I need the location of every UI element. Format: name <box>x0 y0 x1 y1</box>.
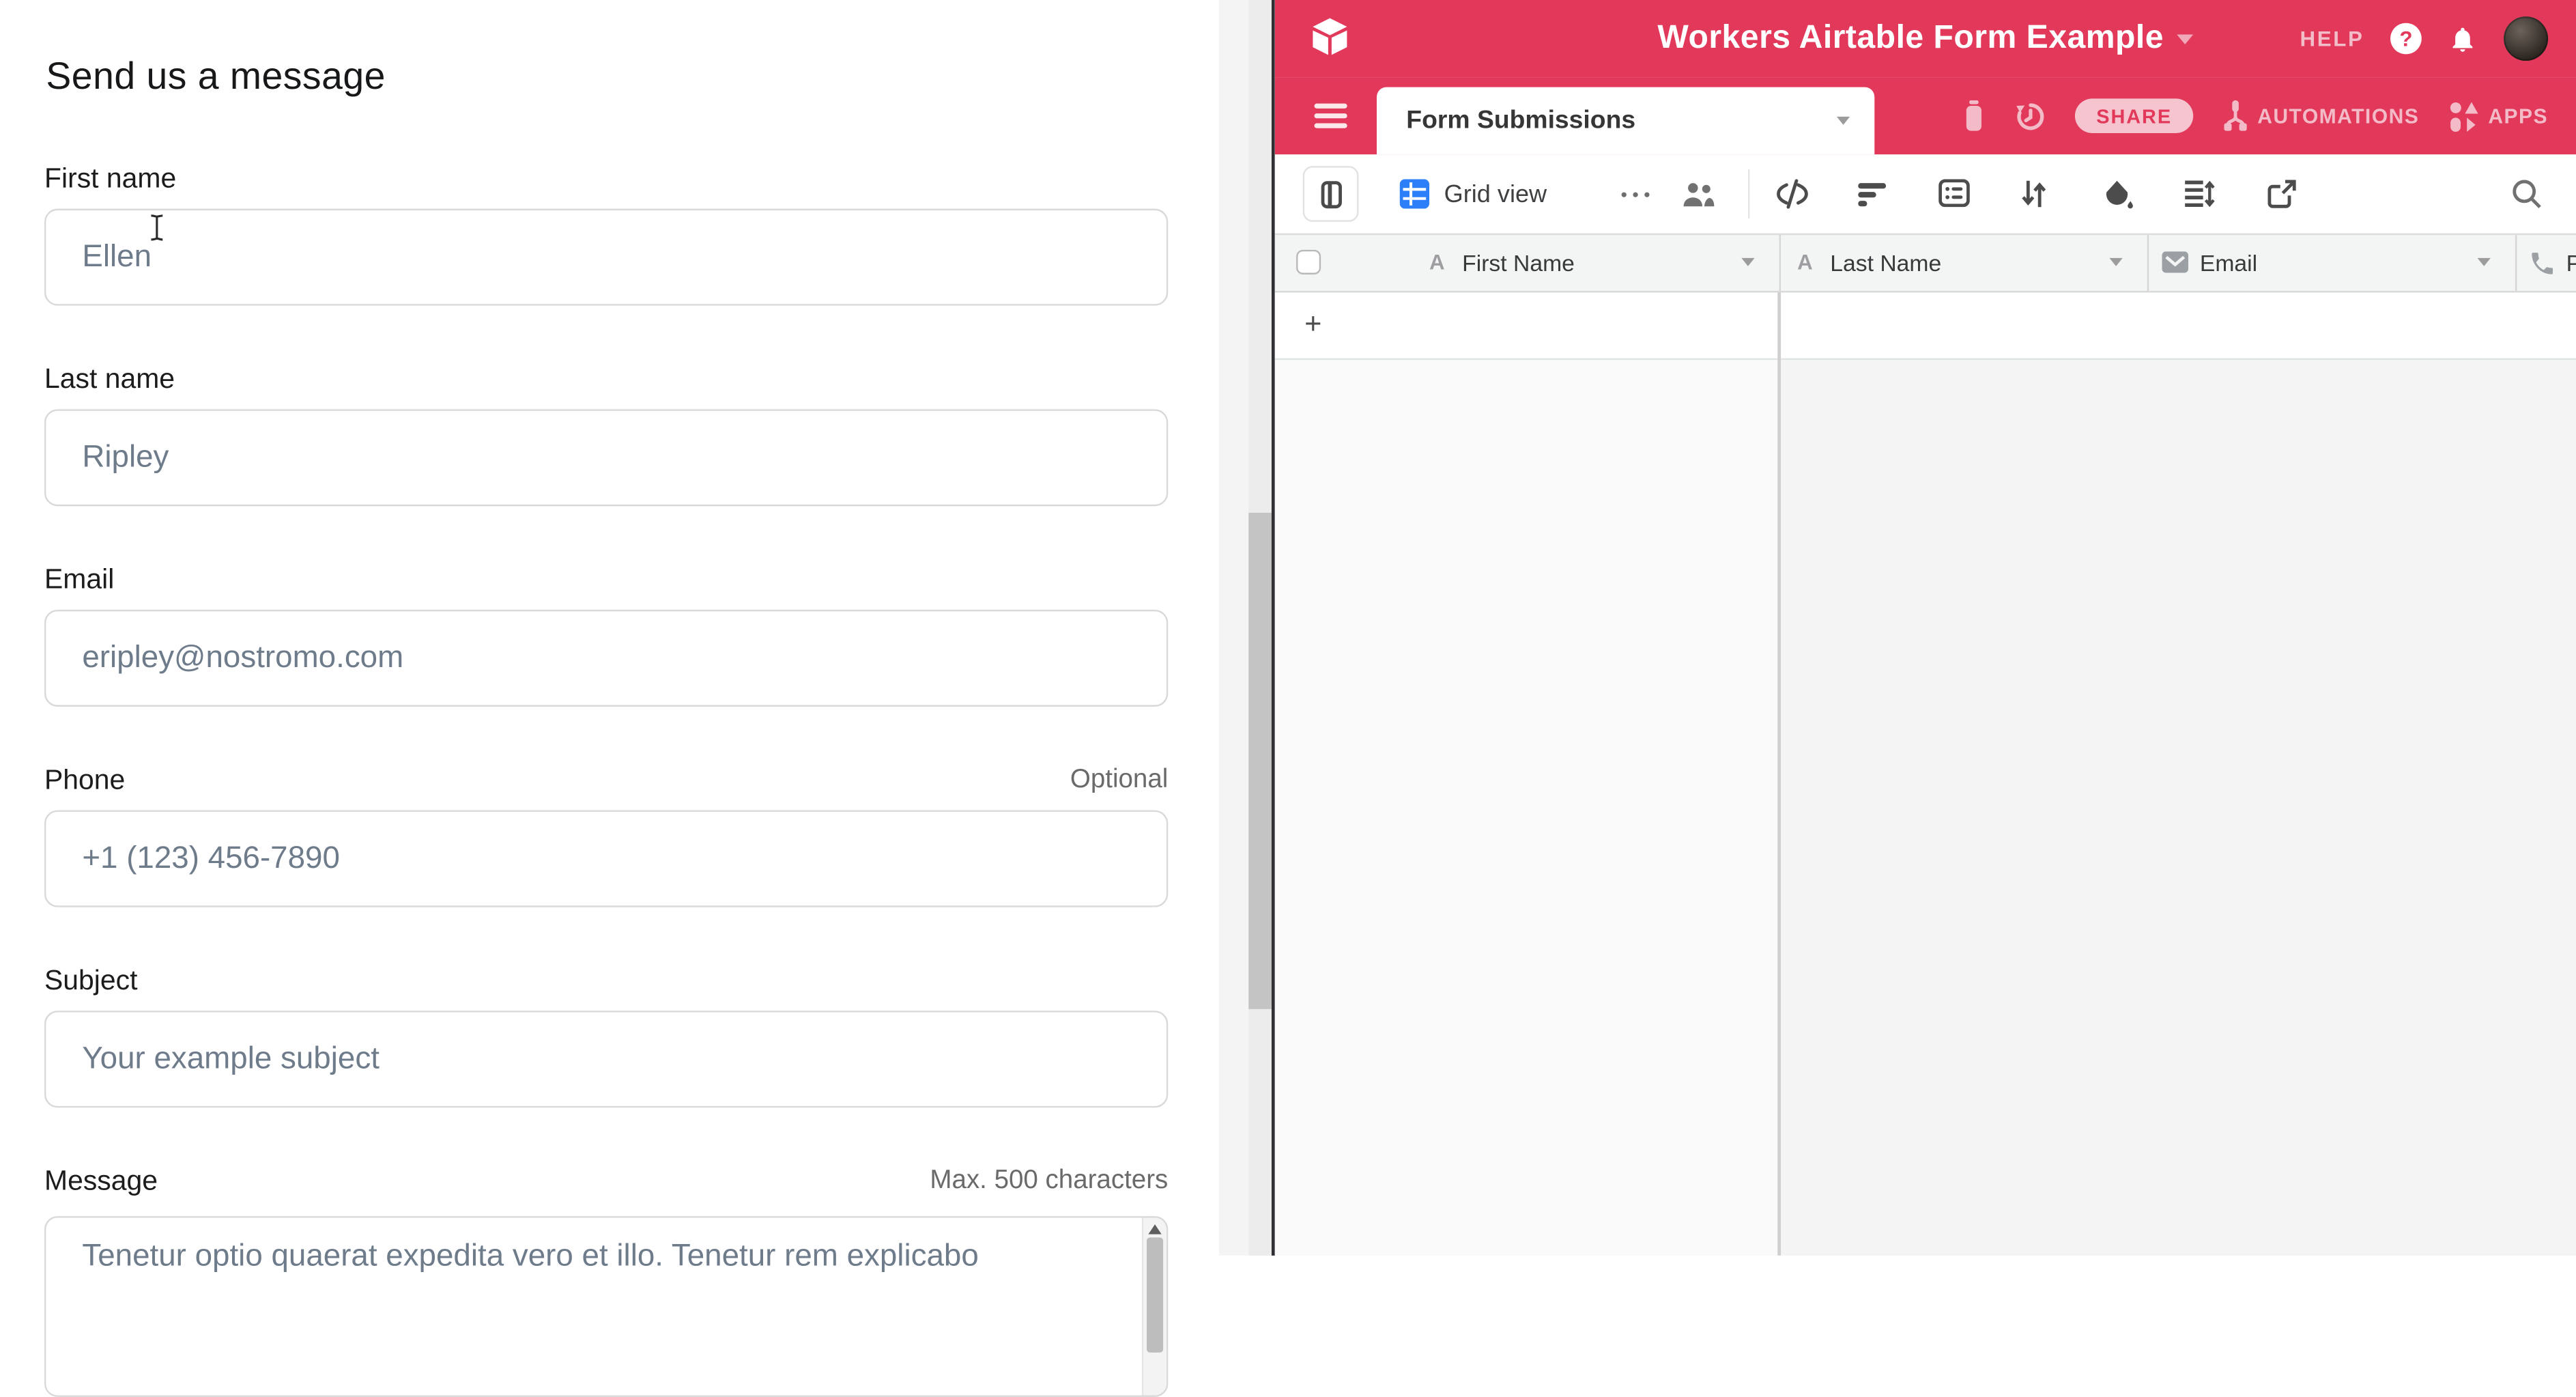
automations-button[interactable]: AUTOMATIONS <box>2221 100 2419 132</box>
hide-fields-icon[interactable] <box>1776 179 1809 208</box>
text-field-icon: A <box>1429 250 1445 274</box>
history-icon[interactable] <box>2014 100 2047 132</box>
color-fill-icon[interactable] <box>2103 179 2134 210</box>
avatar[interactable] <box>2504 16 2548 61</box>
view-name[interactable]: Grid view <box>1444 154 1547 234</box>
chevron-down-icon[interactable] <box>2109 258 2122 266</box>
scroll-up-arrow-icon[interactable] <box>1148 1224 1161 1234</box>
column-separator[interactable] <box>1779 235 1781 291</box>
column-separator[interactable] <box>2147 235 2149 291</box>
phone-field-icon <box>2528 250 2556 278</box>
column-separator[interactable] <box>2515 235 2517 291</box>
phone-optional-hint: Optional <box>1070 766 1168 795</box>
share-view-icon[interactable] <box>2267 179 2297 208</box>
sort-icon[interactable] <box>2020 179 2047 208</box>
airtable-panel: Workers Airtable Form Example HELP ? For… <box>1275 0 2576 1256</box>
last-name-label: Last name <box>44 363 1168 396</box>
tab-label: Form Submissions <box>1406 106 1635 135</box>
chevron-down-icon[interactable] <box>1741 258 1754 266</box>
subject-group: Subject <box>44 965 1168 1107</box>
tab-form-submissions[interactable]: Form Submissions <box>1377 87 1874 155</box>
last-name-input[interactable] <box>44 409 1168 506</box>
grid-empty-area[interactable] <box>1781 360 2576 1256</box>
topbar-right-cluster: HELP ? <box>2300 0 2548 77</box>
bell-icon[interactable] <box>2448 22 2477 55</box>
phone-input[interactable] <box>44 810 1168 907</box>
airtable-topbar: Workers Airtable Form Example HELP ? <box>1275 0 2576 77</box>
first-name-input[interactable] <box>44 209 1168 306</box>
page-scrollbar-thumb[interactable] <box>1248 513 1272 1009</box>
table-tabs-bar: Form Submissions SHARE <box>1275 77 2576 154</box>
column-header-last-name[interactable]: Last Name <box>1830 250 1941 277</box>
first-name-label: First name <box>44 163 1168 195</box>
chevron-down-icon[interactable] <box>1837 117 1850 125</box>
subject-input[interactable] <box>44 1011 1168 1107</box>
trash-icon[interactable] <box>1962 100 1986 132</box>
first-name-group: First name <box>44 163 1168 305</box>
phone-group: Phone Optional <box>44 764 1168 907</box>
screen: Send us a message First name Last name E… <box>0 0 2576 1256</box>
chevron-down-icon[interactable] <box>2177 33 2193 43</box>
message-group: Message Max. 500 characters Tenetur opti… <box>44 1165 1168 1396</box>
message-textarea[interactable]: Tenetur optio quaerat expedita vero et i… <box>44 1216 1168 1397</box>
phone-label: Phone <box>44 764 1168 797</box>
base-title[interactable]: Workers Airtable Form Example <box>1657 20 2164 57</box>
ibeam-cursor <box>148 214 166 242</box>
apps-mosaic-icon <box>2447 100 2480 132</box>
contact-form-panel: Send us a message First name Last name E… <box>0 0 1219 1256</box>
apps-button[interactable]: APPS <box>2447 100 2548 132</box>
email-input[interactable] <box>44 610 1168 707</box>
text-field-icon: A <box>1797 250 1813 274</box>
email-group: Email <box>44 564 1168 707</box>
form-title: Send us a message <box>46 54 386 98</box>
add-row-plus-icon[interactable]: + <box>1304 307 1321 340</box>
search-icon[interactable] <box>2512 179 2541 208</box>
group-icon[interactable] <box>1938 179 1970 207</box>
tabsbar-right-cluster: SHARE AUTOMATIONS <box>1962 77 2548 154</box>
column-header-row: A First Name A Last Name Email Phone <box>1275 234 2576 293</box>
last-name-group: Last name <box>44 363 1168 506</box>
chevron-down-icon[interactable] <box>2478 258 2491 266</box>
help-button[interactable]: HELP <box>2300 27 2364 51</box>
grid-view-icon[interactable] <box>1400 179 1429 208</box>
toggle-sidebar-button[interactable] <box>1303 166 1359 222</box>
subject-label: Subject <box>44 965 1168 998</box>
collaborators-icon[interactable] <box>1683 182 1715 207</box>
column-header-first-name[interactable]: First Name <box>1462 250 1575 277</box>
view-toolbar: Grid view <box>1275 154 2576 234</box>
grid-empty-area-frozen[interactable] <box>1275 360 1778 1256</box>
share-button[interactable]: SHARE <box>2075 98 2193 133</box>
email-field-icon <box>2162 251 2188 272</box>
toolbar-divider <box>1748 169 1749 218</box>
message-maxchars-hint: Max. 500 characters <box>930 1167 1168 1196</box>
frozen-column-divider[interactable] <box>1777 234 1781 1256</box>
column-header-email[interactable]: Email <box>2200 250 2257 277</box>
add-row[interactable]: + <box>1275 292 2576 360</box>
message-text: Tenetur optio quaerat expedita vero et i… <box>82 1239 1107 1275</box>
page-scrollbar[interactable] <box>1248 0 1272 1256</box>
email-label: Email <box>44 564 1168 597</box>
scrollbar-gutter <box>1219 0 1248 1256</box>
question-circle-icon[interactable]: ? <box>2390 23 2422 55</box>
hamburger-menu-icon[interactable] <box>1315 104 1347 128</box>
more-dots-icon[interactable] <box>1622 193 1650 198</box>
filter-icon[interactable] <box>1858 182 1887 207</box>
row-height-icon[interactable] <box>2184 179 2215 208</box>
select-all-checkbox[interactable] <box>1296 250 1321 274</box>
automations-flow-icon <box>2221 100 2249 132</box>
column-header-phone[interactable]: Phone <box>2566 250 2576 277</box>
sidebar-toggle-icon <box>1317 180 1345 208</box>
message-scrollbar[interactable] <box>1142 1218 1167 1396</box>
